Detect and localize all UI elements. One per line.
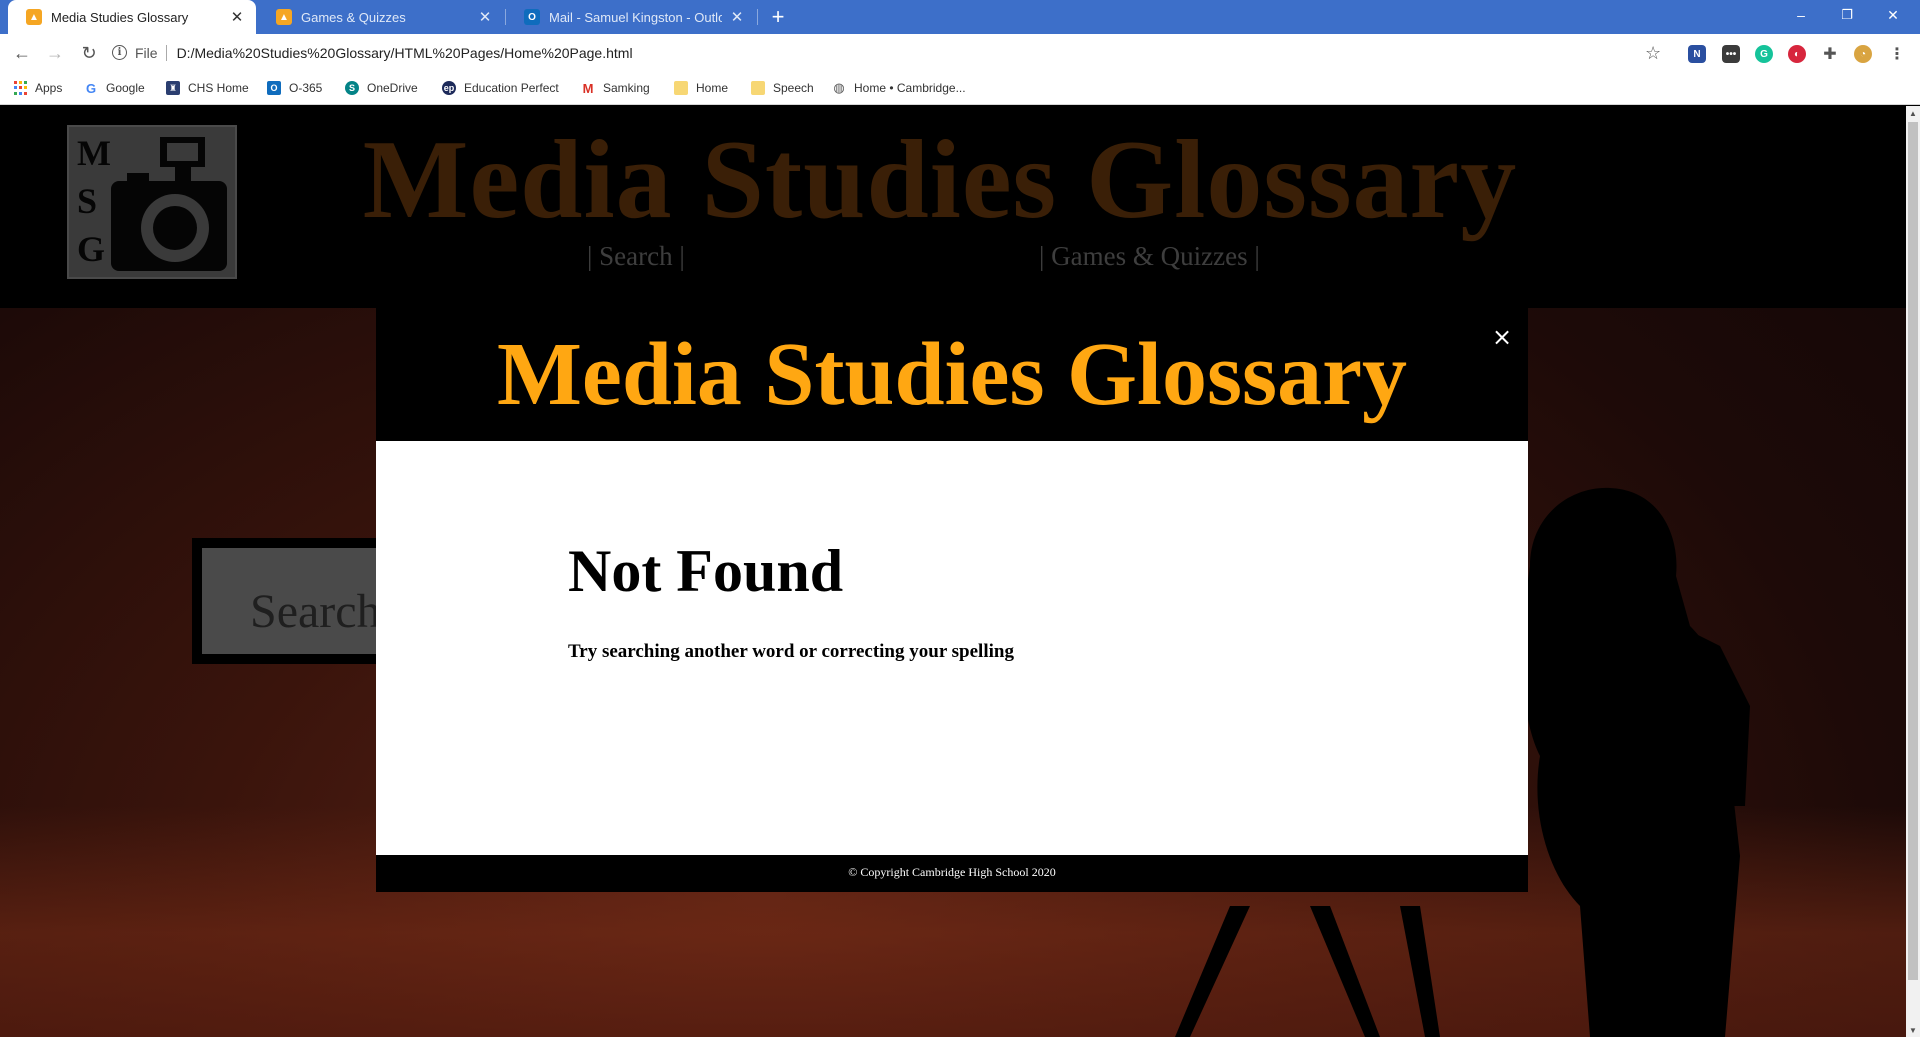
bookmark-google[interactable]: G Google: [84, 79, 145, 97]
bookmark-home-cambridge[interactable]: ◍ Home • Cambridge...: [832, 79, 966, 97]
scroll-thumb[interactable]: [1908, 122, 1918, 980]
grammarly-icon[interactable]: G: [1755, 45, 1773, 63]
tab-games-quizzes[interactable]: ▲ Games & Quizzes ✕: [258, 0, 504, 34]
search-placeholder: Search: [250, 585, 381, 638]
not-found-message: Try searching another word or correcting…: [568, 641, 1014, 662]
bookmark-label: Google: [106, 81, 145, 95]
modal-body: Not Found Try searching another word or …: [376, 441, 1528, 855]
menu-icon[interactable]: ⋮: [1888, 45, 1906, 63]
bookmark-label: Apps: [35, 81, 63, 95]
minimize-button[interactable]: –: [1778, 0, 1824, 30]
scroll-up-icon[interactable]: ▲: [1906, 106, 1920, 120]
bookmark-label: Home • Cambridge...: [854, 81, 966, 95]
bookmark-label: CHS Home: [188, 81, 249, 95]
vertical-scrollbar[interactable]: ▲ ▼: [1906, 106, 1920, 1037]
games-favicon: ▲: [276, 9, 292, 25]
extension-icon[interactable]: ◐: [1788, 45, 1806, 63]
address-separator: [165, 44, 167, 61]
address-url[interactable]: D:/Media%20Studies%20Glossary/HTML%20Pag…: [177, 45, 633, 61]
info-icon[interactable]: i: [112, 45, 127, 60]
close-window-button[interactable]: ✕: [1870, 0, 1916, 30]
tab-media-studies-glossary[interactable]: ▲ Media Studies Glossary ✕: [8, 0, 256, 34]
site-title: Media Studies Glossary: [362, 118, 1518, 242]
site-logo[interactable]: M S G: [67, 125, 237, 279]
tab-title: Media Studies Glossary: [51, 9, 189, 25]
scroll-down-icon[interactable]: ▼: [1906, 1023, 1920, 1037]
bookmark-education-perfect[interactable]: ep Education Perfect: [442, 79, 559, 97]
bookmarks-bar: Apps G Google ♜ CHS Home O O-365 S OneDr…: [0, 71, 1920, 105]
outlook-icon: O: [267, 81, 281, 95]
bookmark-samking[interactable]: M Samking: [581, 79, 650, 97]
bookmark-label: O-365: [289, 81, 323, 95]
extension-icon[interactable]: •••: [1722, 45, 1740, 63]
copyright-text: © Copyright Cambridge High School 2020: [848, 865, 1056, 879]
tab-title: Games & Quizzes: [301, 9, 406, 25]
close-icon[interactable]: ×: [1487, 322, 1517, 352]
tab-close-icon[interactable]: ✕: [228, 8, 246, 26]
photographer-silhouette: [1522, 487, 1750, 1037]
bookmark-label: Home: [696, 81, 729, 95]
bookmark-star-icon[interactable]: ☆: [1645, 43, 1661, 64]
sharepoint-icon: S: [345, 81, 359, 95]
gmail-icon: M: [582, 80, 594, 96]
bookmark-home-folder[interactable]: Home: [674, 79, 728, 97]
bookmark-o365[interactable]: O O-365: [267, 79, 322, 97]
not-found-heading: Not Found: [568, 538, 844, 604]
outlook-favicon: O: [524, 9, 540, 25]
site-header: M S G Media Studies Glossary | Search | …: [0, 106, 1906, 308]
nav-link-search[interactable]: | Search |: [587, 241, 685, 272]
logo-letter: S: [77, 181, 98, 221]
apps-grid-icon: [14, 81, 27, 95]
tab-close-icon[interactable]: ✕: [476, 8, 494, 26]
bookmark-chs-home[interactable]: ♜ CHS Home: [166, 79, 249, 97]
reload-button[interactable]: ↻: [75, 39, 103, 67]
address-bar[interactable]: i File D:/Media%20Studies%20Glossary/HTM…: [112, 38, 1657, 67]
tab-separator: [757, 9, 758, 25]
google-icon: G: [85, 80, 97, 96]
avatar[interactable]: ◔: [1854, 45, 1872, 63]
modal-footer: © Copyright Cambridge High School 2020: [376, 855, 1528, 892]
modal-title: Media Studies Glossary: [496, 325, 1408, 424]
address-scheme: File: [135, 44, 158, 61]
tab-close-icon[interactable]: ✕: [728, 8, 746, 26]
bookmark-speech-folder[interactable]: Speech: [751, 79, 814, 97]
bookmark-label: Samking: [603, 81, 650, 95]
folder-icon: [674, 81, 688, 95]
extension-icon[interactable]: N: [1688, 45, 1706, 63]
not-found-modal: Media Studies Glossary × Not Found Try s…: [376, 308, 1528, 892]
bookmark-label: OneDrive: [367, 81, 418, 95]
chs-icon: ♜: [166, 81, 180, 95]
logo-letter: G: [77, 229, 106, 269]
folder-icon: [751, 81, 765, 95]
camera-icon: [111, 137, 227, 271]
education-perfect-icon: ep: [442, 81, 456, 95]
restore-button[interactable]: ❐: [1824, 0, 1870, 30]
bookmark-apps[interactable]: Apps: [14, 79, 62, 97]
tab-strip: ▲ Media Studies Glossary ✕ ▲ Games & Qui…: [0, 0, 1920, 34]
browser-toolbar: ← → ↻ i File D:/Media%20Studies%20Glossa…: [0, 34, 1920, 71]
media-studies-favicon: ▲: [26, 9, 42, 25]
tab-outlook-mail[interactable]: O Mail - Samuel Kingston - Outlook ✕: [506, 0, 756, 34]
tripod-silhouette: [1175, 906, 1440, 1037]
bookmark-label: Speech: [773, 81, 814, 95]
back-button[interactable]: ←: [8, 39, 36, 67]
modal-header: Media Studies Glossary ×: [376, 308, 1528, 441]
tab-title: Mail - Samuel Kingston - Outlook: [549, 9, 722, 25]
puzzle-icon[interactable]: ✚: [1821, 45, 1839, 63]
new-tab-button[interactable]: +: [765, 4, 791, 30]
forward-button[interactable]: →: [41, 39, 69, 67]
bookmark-label: Education Perfect: [464, 81, 559, 95]
globe-icon: ◍: [833, 80, 845, 95]
page-viewport: M S G Media Studies Glossary | Search | …: [0, 106, 1906, 1037]
nav-link-games-quizzes[interactable]: | Games & Quizzes |: [1039, 241, 1260, 272]
bookmark-onedrive[interactable]: S OneDrive: [345, 79, 418, 97]
